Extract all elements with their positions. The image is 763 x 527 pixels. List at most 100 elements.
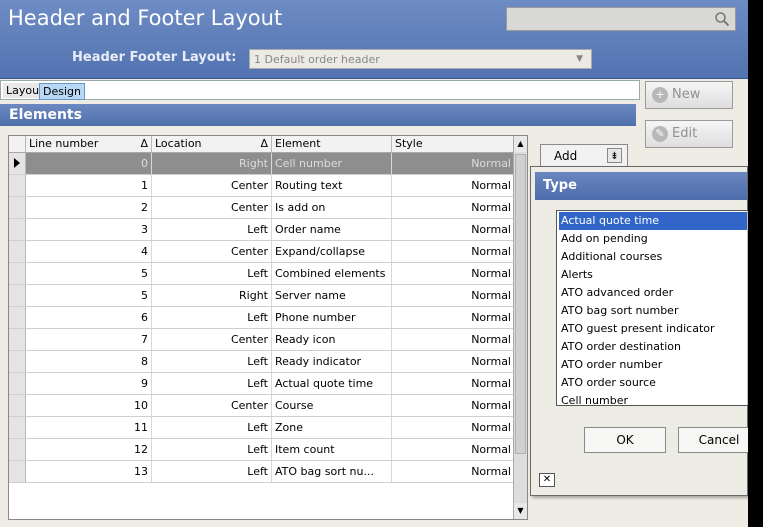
cell-location[interactable]: Left <box>152 307 272 328</box>
column-header-element[interactable]: Element <box>272 136 392 153</box>
cell-line-number[interactable]: 5 <box>26 263 152 284</box>
cell-element[interactable]: Server name <box>272 285 392 306</box>
cancel-button[interactable]: Cancel <box>678 427 748 453</box>
scroll-down-icon[interactable]: ▼ <box>514 503 527 519</box>
cell-location[interactable]: Left <box>152 417 272 438</box>
row-selector[interactable] <box>9 351 26 372</box>
cell-line-number[interactable]: 6 <box>26 307 152 328</box>
type-listbox[interactable]: Actual quote time Add on pending Additiona… <box>556 210 748 406</box>
cell-location[interactable]: Center <box>152 197 272 218</box>
table-row[interactable]: 12 Left Item count Normal <box>9 439 519 461</box>
table-row[interactable]: 9 Left Actual quote time Normal <box>9 373 519 395</box>
scroll-thumb[interactable] <box>515 154 526 454</box>
layout-selector-dropdown[interactable]: 1 Default order header ▼ <box>249 49 592 69</box>
table-row[interactable]: 5 Right Server name Normal <box>9 285 519 307</box>
row-selector[interactable] <box>9 285 26 306</box>
table-row[interactable]: 3 Left Order name Normal <box>9 219 519 241</box>
list-item[interactable]: Actual quote time <box>559 212 747 230</box>
row-selector[interactable] <box>9 197 26 218</box>
cell-style[interactable]: Normal <box>392 263 515 284</box>
row-selector[interactable] <box>9 263 26 284</box>
cell-location[interactable]: Left <box>152 461 272 482</box>
cell-element[interactable]: Actual quote time <box>272 373 392 394</box>
cell-location[interactable]: Left <box>152 219 272 240</box>
row-selector[interactable] <box>9 439 26 460</box>
cell-location[interactable]: Left <box>152 373 272 394</box>
list-item[interactable]: Cell number <box>559 392 747 405</box>
add-button[interactable]: Add ⇟ <box>540 144 628 168</box>
cell-location[interactable]: Left <box>152 351 272 372</box>
list-item[interactable]: ATO order destination <box>559 338 747 356</box>
row-selector[interactable] <box>9 461 26 482</box>
cell-element[interactable]: Zone <box>272 417 392 438</box>
search-input[interactable] <box>506 7 736 31</box>
list-item[interactable]: ATO bag sort number <box>559 302 747 320</box>
list-item[interactable]: Add on pending <box>559 230 747 248</box>
cell-location[interactable]: Center <box>152 395 272 416</box>
row-selector[interactable] <box>9 241 26 262</box>
table-row[interactable]: 13 Left ATO bag sort nu... Normal <box>9 461 519 483</box>
cell-line-number[interactable]: 9 <box>26 373 152 394</box>
cell-element[interactable]: Ready indicator <box>272 351 392 372</box>
tab-design[interactable]: Design <box>39 83 85 100</box>
cell-line-number[interactable]: 11 <box>26 417 152 438</box>
cell-element[interactable]: Item count <box>272 439 392 460</box>
list-item[interactable]: Alerts <box>559 266 747 284</box>
cell-location[interactable]: Right <box>152 285 272 306</box>
cell-line-number[interactable]: 12 <box>26 439 152 460</box>
ok-button[interactable]: OK <box>584 427 666 453</box>
cell-element[interactable]: Course <box>272 395 392 416</box>
cell-element[interactable]: Routing text <box>272 175 392 196</box>
cell-line-number[interactable]: 13 <box>26 461 152 482</box>
new-button[interactable]: + New <box>645 81 733 109</box>
list-item[interactable]: ATO advanced order <box>559 284 747 302</box>
cell-line-number[interactable]: 7 <box>26 329 152 350</box>
cell-element[interactable]: ATO bag sort nu... <box>272 461 392 482</box>
close-icon[interactable]: ✕ <box>539 473 555 487</box>
cell-style[interactable]: Normal <box>392 351 515 372</box>
dropdown-arrow-icon[interactable]: ⇟ <box>607 148 622 163</box>
chevron-down-icon[interactable]: ▼ <box>576 54 583 64</box>
row-selector[interactable] <box>9 175 26 196</box>
cell-style[interactable]: Normal <box>392 461 515 482</box>
edit-button[interactable]: ✎ Edit <box>645 120 733 148</box>
cell-line-number[interactable]: 2 <box>26 197 152 218</box>
cell-style[interactable]: Normal <box>392 439 515 460</box>
row-selector[interactable] <box>9 153 26 174</box>
list-item[interactable]: ATO guest present indicator <box>559 320 747 338</box>
table-row[interactable]: 7 Center Ready icon Normal <box>9 329 519 351</box>
cell-location[interactable]: Center <box>152 329 272 350</box>
cell-location[interactable]: Left <box>152 439 272 460</box>
row-selector[interactable] <box>9 373 26 394</box>
cell-location[interactable]: Center <box>152 241 272 262</box>
list-item[interactable]: ATO order number <box>559 356 747 374</box>
row-selector[interactable] <box>9 307 26 328</box>
list-item[interactable]: Additional courses <box>559 248 747 266</box>
cell-element[interactable]: Is add on <box>272 197 392 218</box>
cell-style[interactable]: Normal <box>392 197 515 218</box>
cell-element[interactable]: Ready icon <box>272 329 392 350</box>
row-selector[interactable] <box>9 219 26 240</box>
table-row[interactable]: 0 Right Cell number Normal <box>9 153 519 175</box>
cell-style[interactable]: Normal <box>392 241 515 262</box>
cell-location[interactable]: Left <box>152 263 272 284</box>
cell-style[interactable]: Normal <box>392 285 515 306</box>
cell-element[interactable]: Expand/collapse <box>272 241 392 262</box>
cell-style[interactable]: Normal <box>392 153 515 174</box>
cell-location[interactable]: Center <box>152 175 272 196</box>
row-selector[interactable] <box>9 329 26 350</box>
cell-style[interactable]: Normal <box>392 175 515 196</box>
table-row[interactable]: 11 Left Zone Normal <box>9 417 519 439</box>
list-item[interactable]: ATO order source <box>559 374 747 392</box>
table-row[interactable]: 10 Center Course Normal <box>9 395 519 417</box>
search-icon[interactable] <box>714 11 730 27</box>
cell-location[interactable]: Right <box>152 153 272 174</box>
cell-line-number[interactable]: 5 <box>26 285 152 306</box>
table-row[interactable]: 5 Left Combined elements Normal <box>9 263 519 285</box>
cell-line-number[interactable]: 1 <box>26 175 152 196</box>
row-selector[interactable] <box>9 417 26 438</box>
cell-line-number[interactable]: 3 <box>26 219 152 240</box>
cell-element[interactable]: Cell number <box>272 153 392 174</box>
cell-line-number[interactable]: 10 <box>26 395 152 416</box>
cell-line-number[interactable]: 0 <box>26 153 152 174</box>
